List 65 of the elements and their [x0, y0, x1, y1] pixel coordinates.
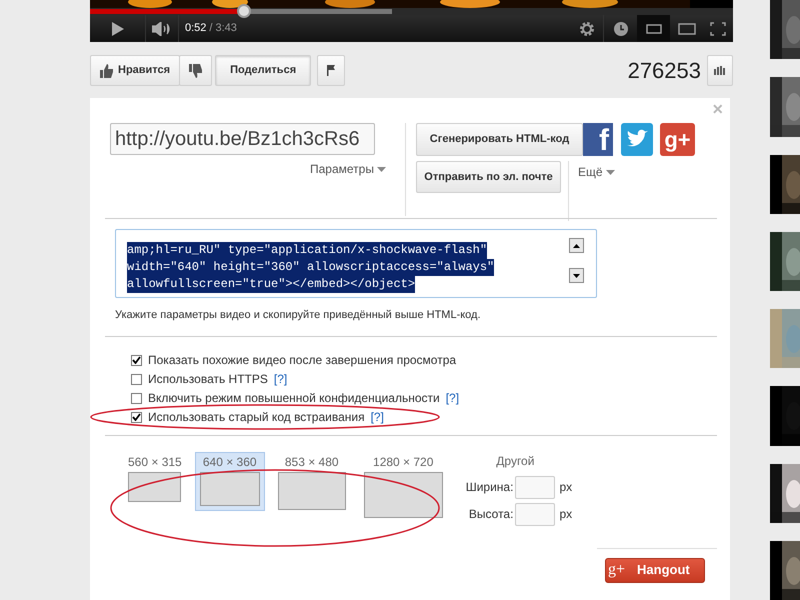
help-link[interactable]: [?] [446, 389, 460, 407]
option-label: Включить режим повышенной конфиденциальности [148, 390, 440, 407]
size-option[interactable]: 560 × 315 [123, 452, 187, 506]
bar-chart-icon [714, 66, 726, 75]
check-icon [132, 413, 141, 421]
small-player-button[interactable] [637, 15, 670, 42]
flag-button[interactable] [317, 55, 346, 86]
clock-icon [614, 22, 628, 36]
settings-icon [579, 20, 595, 36]
option-label: Использовать старый код встраивания [148, 409, 365, 426]
hangout-button[interactable]: g+ Hangout [605, 558, 705, 582]
custom-size-title: Другой [496, 452, 534, 470]
facebook-icon[interactable]: f [583, 123, 613, 156]
play-icon [112, 22, 124, 36]
small-screen-icon [646, 24, 662, 34]
help-link[interactable]: [?] [370, 408, 384, 426]
large-screen-icon [678, 22, 696, 34]
caret-icon [606, 170, 615, 174]
hint-text: Укажите параметры видео и скопируйте приведённый выше HTML-код. [115, 308, 482, 323]
share-button[interactable]: Поделиться [215, 55, 312, 86]
elapsed-time: 0:52 [185, 21, 206, 36]
caret-icon [376, 166, 386, 172]
option-label: Использовать HTTPS [148, 371, 268, 388]
bird-icon[interactable] [621, 123, 653, 156]
up-arrow-icon [573, 244, 580, 248]
checkbox[interactable] [131, 354, 142, 366]
px-unit: px [559, 479, 572, 496]
scroll-up-button[interactable] [569, 238, 584, 253]
time-separator: / [209, 21, 212, 36]
url-field[interactable]: http://youtu.be/Bz1ch3cRs6 [110, 123, 375, 155]
height-field[interactable] [515, 502, 556, 526]
fullscreen-icon [710, 22, 726, 36]
thumbs-down-icon [189, 64, 202, 78]
more-link[interactable]: Ещё [578, 163, 615, 181]
volume-icon [152, 22, 172, 36]
scroll-down-button[interactable] [569, 268, 584, 283]
flag-icon [327, 65, 336, 76]
google-plus-icon[interactable]: g+ [660, 123, 695, 156]
options-link[interactable]: Параметры [310, 160, 386, 178]
size-option[interactable]: 640 × 360 [194, 452, 265, 510]
option-label: Показать похожие видео после завершения просмотра [148, 352, 456, 369]
height-label: Высота: [468, 506, 514, 523]
generate-html-button[interactable]: Сгенерировать HTML-код [416, 123, 583, 156]
like-button[interactable]: Нравится [90, 55, 180, 86]
check-icon [132, 356, 141, 364]
size-preview [200, 472, 260, 506]
size-option[interactable]: 853 × 480 [272, 452, 351, 514]
checkbox[interactable] [131, 374, 142, 384]
width-label: Ширина: [466, 479, 514, 496]
checkbox[interactable] [131, 392, 142, 404]
size-preview [278, 472, 346, 510]
checkbox[interactable] [131, 412, 142, 422]
embed-code-area[interactable]: amp;hl=ru_RU" type="application/x-shockwave-flash" width="640" height="360" allowscriptaccess="always" allowfullscreen="true"></embed></object> [115, 229, 597, 298]
width-field[interactable] [515, 476, 556, 498]
size-option[interactable]: 1280 × 720 [358, 452, 448, 522]
help-link[interactable]: [?] [274, 370, 288, 388]
px-unit: px [559, 506, 572, 523]
thumbs-up-icon [100, 64, 113, 78]
email-button[interactable]: Отправить по эл. почте [416, 161, 561, 193]
dislike-button[interactable] [179, 55, 212, 86]
stats-button[interactable] [707, 55, 733, 86]
size-preview [128, 472, 182, 502]
duration-time: 3:43 [215, 21, 237, 36]
down-arrow-icon [573, 274, 580, 278]
view-count: 276253 [628, 57, 701, 85]
